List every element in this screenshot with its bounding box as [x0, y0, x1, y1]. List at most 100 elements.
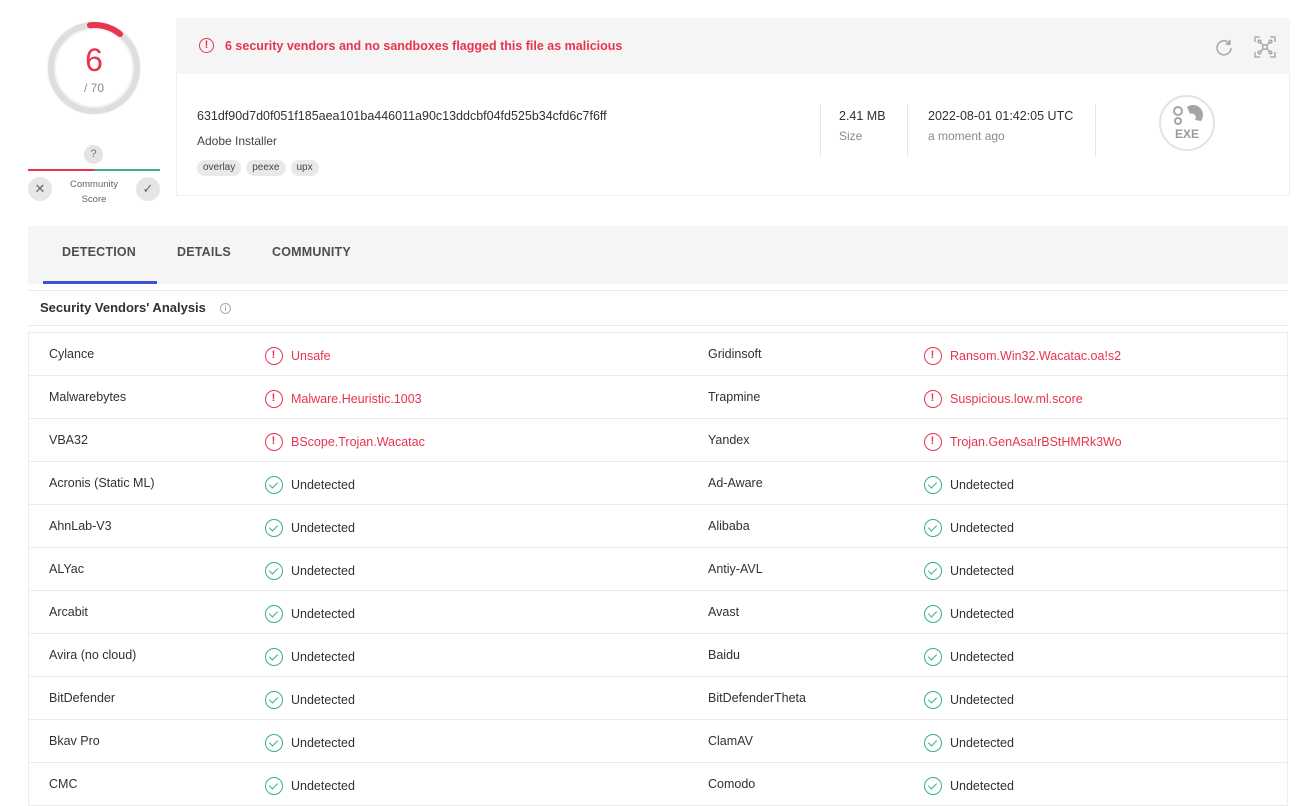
- file-type-label: EXE: [1174, 127, 1199, 141]
- check-circle-icon: [265, 519, 283, 537]
- relations-graph-icon[interactable]: [1254, 36, 1276, 58]
- vendor-name: Avira (no cloud): [49, 648, 137, 662]
- report-tabs: DETECTION DETAILS COMMUNITY: [28, 226, 1288, 284]
- vendor-result-label: Undetected: [291, 735, 355, 750]
- check-circle-icon: [924, 605, 942, 623]
- info-icon[interactable]: i: [220, 303, 231, 314]
- check-circle-icon: [924, 519, 942, 537]
- community-score-help-icon[interactable]: ?: [84, 145, 103, 164]
- vote-harmless-button[interactable]: ✓: [136, 177, 160, 201]
- alert-circle-icon: [924, 390, 942, 408]
- alert-circle-icon: [265, 347, 283, 365]
- file-hash[interactable]: 631df90d7d0f051f185aea101ba446011a90c13d…: [197, 109, 607, 123]
- vendor-name: Baidu: [708, 648, 740, 662]
- vendor-result-label: Undetected: [291, 649, 355, 664]
- alert-circle-icon: !: [199, 38, 214, 53]
- file-tags: overlay peexe upx: [197, 160, 319, 176]
- detection-score-widget: 6 / 70 ? ✕ Community Score ✓: [28, 14, 160, 209]
- vendor-name: AhnLab-V3: [49, 519, 112, 533]
- vendor-result-label: BScope.Trojan.Wacatac: [291, 434, 425, 449]
- tag-upx[interactable]: upx: [290, 160, 319, 176]
- check-circle-icon: [924, 562, 942, 580]
- vote-harmful-button[interactable]: ✕: [28, 177, 52, 201]
- vendor-result-label: Undetected: [291, 692, 355, 707]
- check-circle-icon: [265, 562, 283, 580]
- check-circle-icon: [265, 691, 283, 709]
- vendor-result: Undetected: [924, 476, 1014, 494]
- vendor-result-label: Undetected: [950, 692, 1014, 707]
- vendor-result-label: Undetected: [291, 520, 355, 535]
- vendor-result-label: Malware.Heuristic.1003: [291, 391, 422, 406]
- analysis-date-value: 2022-08-01 01:42:05 UTC: [928, 109, 1074, 123]
- vendor-result: Undetected: [924, 519, 1014, 537]
- vendor-result: Malware.Heuristic.1003: [265, 390, 422, 408]
- file-name: Adobe Installer: [197, 134, 278, 148]
- file-size-value: 2.41 MB: [839, 109, 886, 123]
- tag-overlay[interactable]: overlay: [197, 160, 242, 176]
- vendor-result-label: Unsafe: [291, 348, 331, 363]
- file-type-exe-icon: EXE: [1159, 95, 1215, 151]
- tab-detection[interactable]: DETECTION: [62, 245, 136, 259]
- alert-circle-icon: [265, 390, 283, 408]
- vendor-name: Acronis (Static ML): [49, 476, 155, 490]
- tab-community[interactable]: COMMUNITY: [272, 245, 351, 259]
- vendor-name: VBA32: [49, 433, 88, 447]
- table-row: Cylance Unsafe Gridinsoft Ransom.Win32.Waca…: [29, 333, 1287, 376]
- check-circle-icon: [265, 734, 283, 752]
- vendor-name: Malwarebytes: [49, 390, 127, 404]
- vendor-result: Suspicious.low.ml.score: [924, 390, 1083, 408]
- tab-details[interactable]: DETAILS: [177, 245, 231, 259]
- vendor-result: Undetected: [265, 562, 355, 580]
- vendor-name: Cylance: [49, 347, 95, 361]
- vendor-result: Undetected: [265, 476, 355, 494]
- vendor-result-label: Suspicious.low.ml.score: [950, 391, 1083, 406]
- active-tab-indicator: [43, 281, 157, 284]
- community-score-label: Community Score: [69, 179, 119, 205]
- alert-message: 6 security vendors and no sandboxes flag…: [225, 39, 623, 53]
- vendor-result: Undetected: [924, 562, 1014, 580]
- vendor-result-label: Undetected: [291, 563, 355, 578]
- file-size-label: Size: [839, 129, 863, 143]
- vendor-result: Undetected: [265, 777, 355, 795]
- table-row: CMC Undetected Comodo Undetected: [29, 763, 1287, 806]
- divider: [1095, 104, 1096, 156]
- vendor-name: Antiy-AVL: [708, 562, 763, 576]
- reanalyze-icon[interactable]: [1214, 37, 1234, 57]
- vendor-name: Bkav Pro: [49, 734, 100, 748]
- tag-peexe[interactable]: peexe: [246, 160, 286, 176]
- vendor-result: Undetected: [265, 648, 355, 666]
- vendor-result: Undetected: [924, 734, 1014, 752]
- vendor-result: Unsafe: [265, 347, 331, 365]
- vendor-result: Trojan.GenAsa!rBStHMRk3Wo: [924, 433, 1122, 451]
- check-circle-icon: [924, 777, 942, 795]
- check-circle-icon: [265, 476, 283, 494]
- section-header: Security Vendors' Analysis i: [28, 290, 1288, 326]
- file-info-card: 631df90d7d0f051f185aea101ba446011a90c13d…: [176, 74, 1290, 196]
- vendor-result: Undetected: [265, 519, 355, 537]
- vendor-result: BScope.Trojan.Wacatac: [265, 433, 425, 451]
- close-icon: ✕: [34, 181, 46, 196]
- vendor-result-label: Undetected: [950, 606, 1014, 621]
- vendor-result: Ransom.Win32.Wacatac.oa!s2: [924, 347, 1121, 365]
- vendor-name: BitDefenderTheta: [708, 691, 806, 705]
- check-circle-icon: [265, 777, 283, 795]
- vendor-result-label: Undetected: [950, 563, 1014, 578]
- checkmark-icon: ✓: [142, 181, 154, 196]
- table-row: Bkav Pro Undetected ClamAV Undetected: [29, 720, 1287, 763]
- vendor-name: ClamAV: [708, 734, 753, 748]
- gears-icon: [1173, 105, 1203, 125]
- table-row: Acronis (Static ML) Undetected Ad-Aware Und…: [29, 462, 1287, 505]
- detection-count: 6: [85, 42, 103, 78]
- vendor-result-label: Undetected: [291, 778, 355, 793]
- alert-circle-icon: [924, 347, 942, 365]
- vendor-name: Alibaba: [708, 519, 750, 533]
- detection-total: / 70: [83, 81, 104, 95]
- vendor-name: Trapmine: [708, 390, 761, 404]
- vendor-result: Undetected: [265, 734, 355, 752]
- vendor-name: Avast: [708, 605, 740, 619]
- divider: [907, 104, 908, 156]
- vendor-name: Ad-Aware: [708, 476, 763, 490]
- vendor-name: CMC: [49, 777, 78, 791]
- table-row: Arcabit Undetected Avast Undetected: [29, 591, 1287, 634]
- check-circle-icon: [924, 734, 942, 752]
